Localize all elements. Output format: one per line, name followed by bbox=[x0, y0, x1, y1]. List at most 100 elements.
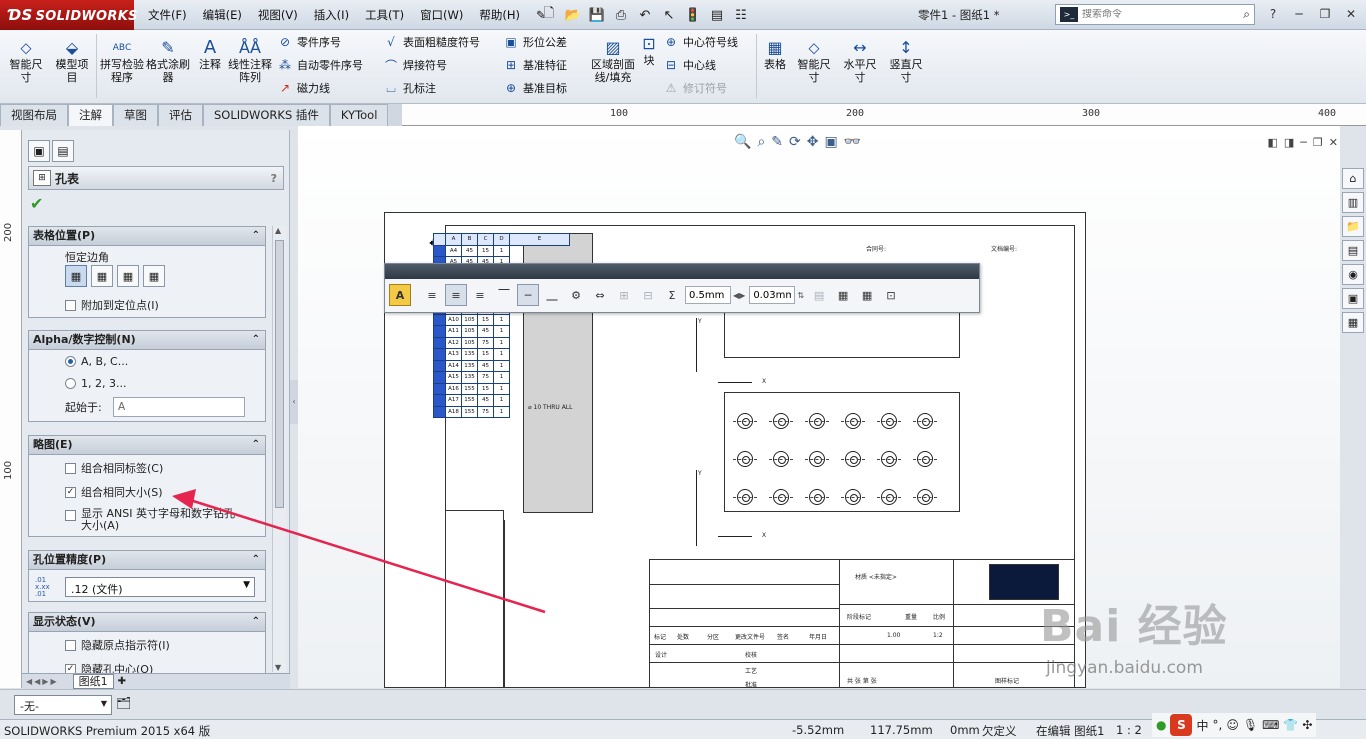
table-layout-icon[interactable]: ▦ bbox=[832, 284, 854, 306]
alpha-radio[interactable]: A, B, C... bbox=[65, 355, 128, 368]
scroll-down-icon[interactable]: ▼ bbox=[275, 663, 281, 672]
solidworks-forum-icon[interactable]: ▦ bbox=[1342, 312, 1364, 333]
property-manager-tab-icon[interactable]: ▣ bbox=[28, 140, 50, 162]
collapse-icon[interactable]: ⌃ bbox=[252, 227, 260, 245]
hole-table-cell[interactable]: 1 bbox=[493, 313, 510, 326]
hole-table-cell[interactable]: 45 bbox=[461, 244, 478, 257]
block-button[interactable]: ⊡ 块 bbox=[638, 34, 660, 67]
bottom-right-corner-icon[interactable]: ▦ bbox=[143, 265, 165, 287]
save-icon[interactable]: 💾 bbox=[586, 4, 608, 26]
toolbar-caption[interactable] bbox=[385, 264, 979, 279]
collapse-icon[interactable]: ⌃ bbox=[252, 551, 260, 569]
table-properties-icon[interactable]: ⚙ bbox=[565, 284, 587, 306]
search-icon[interactable]: ⌕ bbox=[1243, 7, 1250, 22]
row-selector-cell[interactable] bbox=[433, 405, 446, 418]
hide-show-icon[interactable]: 👓 bbox=[844, 134, 861, 150]
layer-select[interactable]: -无- ▼ bbox=[14, 695, 112, 715]
column-width-icon[interactable]: ⇔ bbox=[589, 284, 611, 306]
hole-table-cell[interactable]: A15 bbox=[445, 371, 462, 384]
panel-splitter[interactable]: ‹ bbox=[290, 380, 298, 424]
tab-view-layout[interactable]: 视图布局 bbox=[0, 104, 68, 126]
close-button[interactable]: ✕ bbox=[1340, 4, 1362, 24]
configuration-tab-icon[interactable]: ▤ bbox=[52, 140, 74, 162]
row-selector-cell[interactable] bbox=[433, 348, 446, 361]
top-left-corner-icon[interactable]: ▦ bbox=[65, 265, 87, 287]
hole-table-cell[interactable]: 135 bbox=[461, 359, 478, 372]
hole-table-cell[interactable]: A13 bbox=[445, 348, 462, 361]
menu-help[interactable]: 帮助(H) bbox=[471, 0, 528, 30]
restore-icon[interactable]: ❐ bbox=[1313, 136, 1323, 149]
group-header[interactable]: 孔位置精度(P) ⌃ bbox=[29, 551, 265, 570]
hole-table-cell[interactable]: 155 bbox=[461, 405, 478, 418]
add-sheet-icon[interactable]: ✚ bbox=[118, 676, 126, 687]
align-left-icon[interactable]: ≡ bbox=[421, 284, 443, 306]
hole-callout-button[interactable]: ⌴ 孔标注 bbox=[382, 78, 436, 98]
print-icon[interactable]: ⎙ bbox=[610, 4, 632, 26]
hole-table-cell[interactable]: 45 bbox=[477, 359, 494, 372]
row-selector-cell[interactable] bbox=[433, 382, 446, 395]
design-library-icon[interactable]: ▥ bbox=[1342, 192, 1364, 213]
auto-balloon-button[interactable]: ⁂ 自动零件序号 bbox=[276, 55, 363, 75]
weld-symbol-button[interactable]: ⌒ 焊接符号 bbox=[382, 55, 447, 75]
scroll-up-icon[interactable]: ▲ bbox=[275, 226, 281, 235]
hole-table-header-cell[interactable]: B bbox=[461, 233, 478, 246]
view-holes[interactable] bbox=[724, 392, 960, 512]
hole-table-cell[interactable]: 1 bbox=[493, 405, 510, 418]
collapse-icon[interactable]: ⌃ bbox=[252, 331, 260, 349]
hole-table-cell[interactable]: 1 bbox=[493, 325, 510, 338]
hole-table-cell[interactable]: 135 bbox=[461, 348, 478, 361]
select-icon[interactable]: ✎ bbox=[771, 134, 783, 150]
ok-button[interactable]: ✔ bbox=[30, 194, 43, 213]
tab-annotation[interactable]: 注解 bbox=[68, 104, 113, 126]
scroll-thumb[interactable] bbox=[275, 240, 284, 508]
file-properties-icon[interactable]: ▤ bbox=[706, 4, 728, 26]
hole-table-cell[interactable]: 1 bbox=[493, 371, 510, 384]
help-icon[interactable]: ? bbox=[1262, 4, 1284, 24]
hide-origin-checkbox[interactable]: 隐藏原点指示符(I) bbox=[65, 637, 170, 653]
sogou-logo[interactable]: S bbox=[1170, 714, 1193, 736]
collapse-icon[interactable]: ⌃ bbox=[252, 436, 260, 454]
merge-cells-icon[interactable]: ⊞ bbox=[613, 284, 635, 306]
combine-sizes-checkbox[interactable]: ✓ 组合相同大小(S) bbox=[65, 484, 163, 500]
area-hatch-button[interactable]: ▨ 区域剖面线/填充 bbox=[590, 38, 636, 84]
restore-button[interactable]: ❐ bbox=[1314, 4, 1336, 24]
options-icon[interactable]: ☷ bbox=[730, 4, 752, 26]
horizontal-dimension-button[interactable]: ↔ 水平尺寸 bbox=[840, 38, 880, 84]
tab-kytool[interactable]: KYTool bbox=[329, 104, 389, 126]
skin-icon[interactable]: 👕 bbox=[1283, 718, 1298, 732]
valign-middle-icon[interactable]: ─ bbox=[517, 284, 539, 306]
smart-dimension-2-button[interactable]: ⬦ 智能尺寸 bbox=[794, 38, 834, 84]
minimize-button[interactable]: ─ bbox=[1288, 4, 1310, 24]
hole-table-cell[interactable]: A10 bbox=[445, 313, 462, 326]
tab-evaluate[interactable]: 评估 bbox=[158, 104, 203, 126]
table-row[interactable]: A16 155 15 1 bbox=[433, 382, 570, 395]
sheet-tab[interactable]: 图纸1 bbox=[72, 674, 114, 689]
show-ansi-checkbox[interactable]: 显示 ANSI 英寸字母和数字钻孔大小(A) bbox=[65, 508, 245, 532]
row-selector-cell[interactable] bbox=[433, 313, 446, 326]
table-row[interactable]: A18 155 75 1 bbox=[433, 405, 570, 418]
hole-table-header-cell[interactable]: C bbox=[477, 233, 494, 246]
hole-table-cell[interactable]: A14 bbox=[445, 359, 462, 372]
line-height-input[interactable] bbox=[685, 286, 731, 304]
hole-table-cell[interactable]: 135 bbox=[461, 371, 478, 384]
keyboard-icon[interactable]: ⌨ bbox=[1262, 718, 1279, 732]
precision-select[interactable]: .12 (文件) ▼ bbox=[65, 577, 255, 597]
search-box[interactable]: >_ ⌕ bbox=[1055, 4, 1255, 25]
close-icon[interactable]: ✕ bbox=[1329, 136, 1338, 149]
table-row[interactable]: A10 105 15 1 bbox=[433, 313, 570, 326]
table-row[interactable]: A17 155 45 1 bbox=[433, 394, 570, 407]
group-header[interactable]: Alpha/数字控制(N) ⌃ bbox=[29, 331, 265, 350]
hole-table-cell[interactable]: 1 bbox=[493, 244, 510, 257]
datum-feature-button[interactable]: ⊞ 基准特征 bbox=[502, 55, 567, 75]
hole-table-cell[interactable]: A4 bbox=[445, 244, 462, 257]
menu-file[interactable]: 文件(F) bbox=[140, 0, 195, 30]
voice-icon[interactable]: 🎙 bbox=[1243, 718, 1258, 732]
align-center-icon[interactable]: ≡ bbox=[445, 284, 467, 306]
custom-properties-icon[interactable]: ▣ bbox=[1342, 288, 1364, 309]
hole-table-cell[interactable]: 155 bbox=[461, 382, 478, 395]
hole-table-cell[interactable]: 155 bbox=[461, 394, 478, 407]
select-icon[interactable]: ↖ bbox=[658, 4, 680, 26]
table-row[interactable]: A11 105 45 1 bbox=[433, 325, 570, 338]
app-logo[interactable]: ƊS SOLIDWORKS bbox=[0, 0, 137, 30]
row-selector-cell[interactable] bbox=[433, 336, 446, 349]
